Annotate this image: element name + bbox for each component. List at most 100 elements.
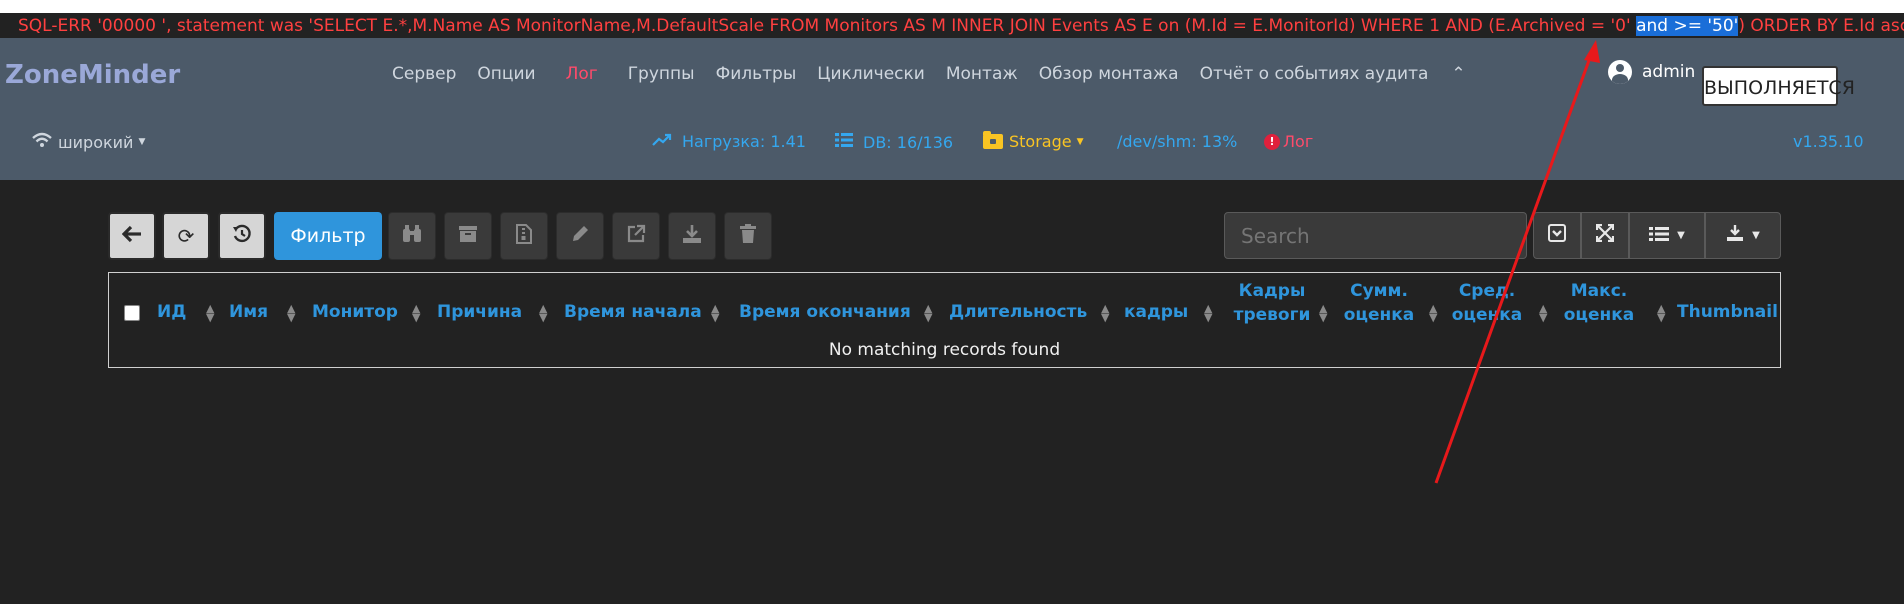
- browser-bookmarks-strip: [0, 0, 1904, 13]
- trend-up-icon: [652, 132, 672, 151]
- sort-icon: ▲ ▼: [1204, 302, 1213, 324]
- version-label[interactable]: v1.35.10: [1793, 132, 1864, 151]
- empty-table-message: No matching records found: [828, 340, 1061, 360]
- view-button[interactable]: [388, 212, 436, 260]
- shm-value: /dev/shm: 13%: [1117, 132, 1238, 151]
- download-icon: [682, 224, 702, 249]
- column-header-max-score[interactable]: Макс. оценка: [1559, 279, 1639, 327]
- back-button[interactable]: [108, 212, 156, 260]
- export-button[interactable]: [612, 212, 660, 260]
- archive-icon: [458, 224, 478, 248]
- run-state-button[interactable]: ВЫПОЛНЯЕТСЯ: [1702, 66, 1855, 106]
- fullscreen-button[interactable]: [1581, 212, 1629, 259]
- db-status: DB: 16/136: [835, 132, 953, 152]
- sort-icon: ▲ ▼: [206, 302, 215, 324]
- filter-button[interactable]: Фильтр: [274, 212, 382, 260]
- search-input[interactable]: [1224, 212, 1527, 259]
- menu-item-montage-review[interactable]: Обзор монтажа: [1039, 64, 1179, 84]
- menu-item-audit-report[interactable]: Отчёт о событиях аудита: [1200, 64, 1429, 84]
- sql-error-text-end: ) ORDER BY E.Id asc': [1738, 16, 1904, 36]
- refresh-icon: ⟳: [177, 224, 195, 248]
- menu-item-server[interactable]: Сервер: [392, 64, 456, 84]
- column-header-id[interactable]: ИД: [157, 300, 186, 324]
- download-icon: [1726, 224, 1744, 247]
- load-value: Нагрузка: 1.41: [682, 132, 806, 151]
- sort-icon: ▲ ▼: [1429, 302, 1438, 324]
- brand-logo[interactable]: ZoneMinder: [5, 60, 180, 90]
- arrow-left-icon: [121, 224, 142, 248]
- events-table: ИД ▲ ▼ Имя ▲ ▼ Монитор ▲ ▼ Причина ▲ ▼ Время…: [108, 272, 1781, 368]
- column-header-duration[interactable]: Длительность: [949, 300, 1087, 324]
- reset-view-button[interactable]: [218, 212, 266, 260]
- chevron-down-icon: ▼: [138, 137, 146, 147]
- sort-icon: ▲ ▼: [287, 302, 296, 324]
- user-icon: [1608, 60, 1632, 84]
- file-archive-icon: [516, 223, 532, 249]
- list-icon: [835, 132, 853, 152]
- user-name: admin: [1642, 62, 1696, 82]
- columns-dropdown-button[interactable]: ▼: [1629, 212, 1705, 259]
- download-button[interactable]: [668, 212, 716, 260]
- expand-icon: [1595, 223, 1615, 247]
- sort-icon: ▲ ▼: [924, 302, 933, 324]
- sort-icon: ▲ ▼: [412, 302, 421, 324]
- delete-button[interactable]: [724, 212, 772, 260]
- sort-icon: ▲ ▼: [539, 302, 548, 324]
- column-header-name[interactable]: Имя: [229, 300, 268, 324]
- storage-dropdown[interactable]: Storage ▼: [983, 131, 1084, 151]
- sql-error-text: SQL-ERR '00000 ', statement was 'SELECT …: [18, 16, 1637, 36]
- sql-error-selected-text: and >= '50': [1636, 16, 1739, 36]
- column-header-alarm-frames[interactable]: Кадры тревоги: [1227, 279, 1317, 327]
- shm-status: /dev/shm: 13%: [1117, 132, 1237, 151]
- column-header-monitor[interactable]: Монитор: [312, 300, 398, 324]
- collapse-icon: [1548, 224, 1566, 247]
- column-header-start-time[interactable]: Время начала: [564, 300, 702, 324]
- bandwidth-dropdown[interactable]: широкий ▼: [32, 132, 145, 152]
- menu-item-groups[interactable]: Группы: [628, 64, 695, 84]
- menu-item-montage[interactable]: Монтаж: [946, 64, 1018, 84]
- trash-icon: [740, 223, 756, 249]
- sort-icon: ▲ ▼: [711, 302, 720, 324]
- alert-icon: !: [1264, 133, 1280, 150]
- navbar: ZoneMinder Сервер Опции Лог Группы Фильт…: [0, 38, 1904, 180]
- menu-item-filters[interactable]: Фильтры: [716, 64, 797, 84]
- column-header-total-score[interactable]: Сумм. оценка: [1339, 279, 1419, 327]
- sort-icon: ▲ ▼: [1539, 302, 1548, 324]
- sort-icon: ▲ ▼: [1101, 302, 1110, 324]
- export-dropdown-button[interactable]: ▼: [1705, 212, 1781, 259]
- menu-item-cycle[interactable]: Циклически: [817, 64, 925, 84]
- folder-icon: [983, 131, 1003, 149]
- list-icon: [1649, 225, 1670, 247]
- pencil-icon: [570, 224, 590, 249]
- refresh-button[interactable]: ⟳: [162, 212, 210, 260]
- menu-item-log[interactable]: Лог: [566, 64, 598, 84]
- archive-button[interactable]: [444, 212, 492, 260]
- history-icon: [232, 224, 252, 249]
- unarchive-button[interactable]: [500, 212, 548, 260]
- collapse-menu-icon[interactable]: ⌃: [1451, 64, 1465, 84]
- column-header-end-time[interactable]: Время окончания: [739, 300, 911, 324]
- binoculars-icon: [401, 224, 423, 248]
- sort-icon: ▲ ▼: [1319, 302, 1328, 324]
- toggle-card-view-button[interactable]: [1533, 212, 1581, 259]
- db-value: DB: 16/136: [863, 132, 954, 152]
- column-header-thumbnail[interactable]: Thumbnail: [1677, 300, 1778, 324]
- log-status[interactable]: ! Лог: [1264, 132, 1313, 151]
- load-status: Нагрузка: 1.41: [652, 132, 806, 151]
- main-menu: Сервер Опции Лог Группы Фильтры Цикличес…: [392, 64, 1487, 84]
- menu-item-options[interactable]: Опции: [477, 64, 535, 84]
- column-header-avg-score[interactable]: Сред. оценка: [1447, 279, 1527, 327]
- chevron-down-icon: ▼: [1076, 136, 1084, 147]
- storage-label: Storage: [1009, 132, 1072, 151]
- select-all-checkbox[interactable]: [124, 305, 140, 321]
- log-status-label: Лог: [1283, 132, 1314, 151]
- edit-button[interactable]: [556, 212, 604, 260]
- column-header-cause[interactable]: Причина: [437, 300, 522, 324]
- caret-down-icon: ▼: [1677, 230, 1685, 241]
- user-menu[interactable]: admin: [1608, 60, 1695, 84]
- wifi-icon: [32, 132, 52, 152]
- bandwidth-label: широкий: [58, 132, 134, 152]
- sql-error-message: SQL-ERR '00000 ', statement was 'SELECT …: [0, 13, 1904, 38]
- caret-down-icon: ▼: [1752, 230, 1760, 241]
- column-header-frames[interactable]: кадры: [1124, 300, 1188, 324]
